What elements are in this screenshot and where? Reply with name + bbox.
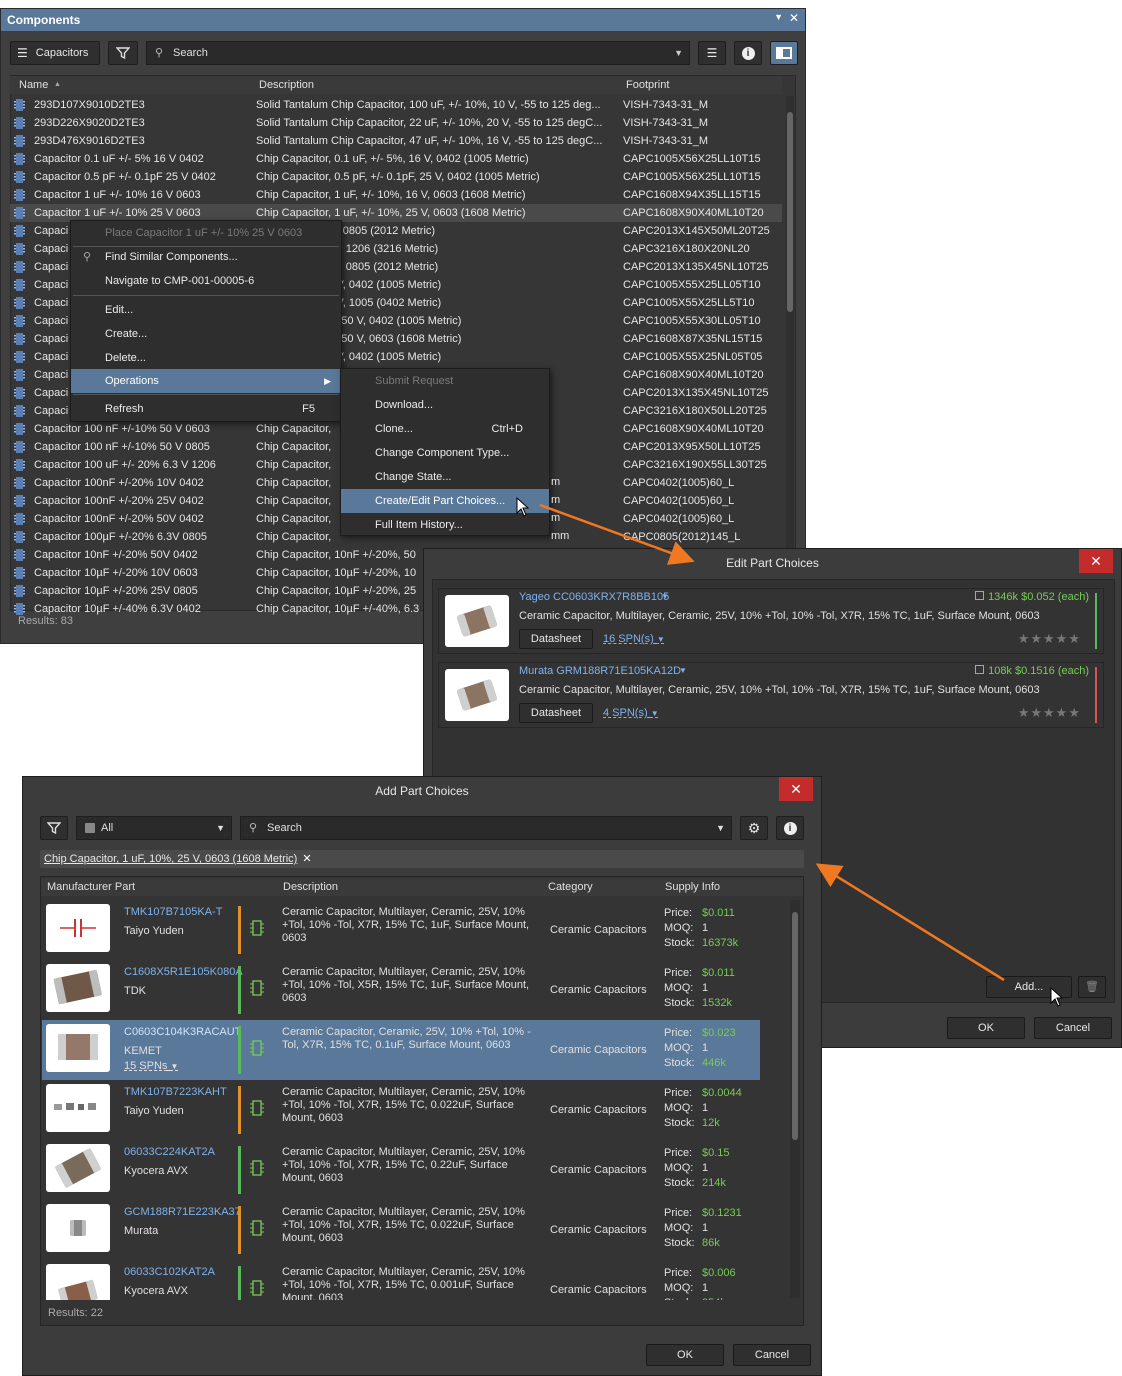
annotation-arrows [539, 503, 1005, 982]
arrow-to-edit-dialog [539, 503, 695, 565]
arrow-to-add-dialog [815, 863, 1005, 982]
